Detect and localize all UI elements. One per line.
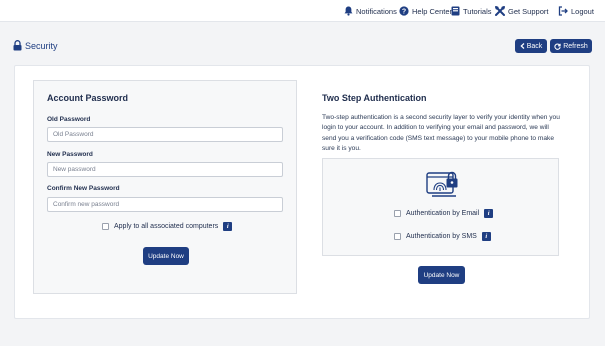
auth-email-label: Authentication by Email (406, 210, 480, 217)
page-title-label: Security (25, 40, 58, 51)
old-password-field[interactable]: Old Password (47, 127, 283, 142)
bell-icon (344, 6, 353, 16)
apply-all-checkbox[interactable] (102, 223, 109, 230)
auth-sms-checkbox[interactable] (394, 233, 401, 240)
notifications-label: Notifications (356, 6, 397, 16)
sign-out-icon (558, 6, 568, 16)
auth-email-checkbox[interactable] (394, 210, 401, 217)
back-button[interactable]: Back (515, 39, 547, 53)
auth-sms-row: Authentication by SMS i (394, 232, 491, 241)
page-title: Security (13, 40, 58, 51)
new-password-label: New Password (47, 151, 93, 158)
confirm-password-field[interactable]: Confirm new password (47, 197, 283, 212)
update-password-button[interactable]: Update Now (143, 247, 189, 265)
book-icon (451, 6, 460, 16)
account-password-title: Account Password (47, 93, 129, 103)
refresh-label: Refresh (563, 42, 588, 50)
chevron-left-icon (520, 43, 525, 49)
old-password-label: Old Password (47, 116, 91, 123)
logout-link[interactable]: Logout (558, 5, 594, 17)
tools-icon (495, 6, 505, 16)
new-password-field[interactable]: New password (47, 162, 283, 177)
get-support-link[interactable]: Get Support (495, 5, 548, 17)
auth-email-info-icon[interactable]: i (484, 209, 494, 218)
help-center-label: Help Center (412, 6, 453, 16)
apply-all-info-icon[interactable]: i (223, 222, 233, 231)
help-center-link[interactable]: ? Help Center (399, 5, 452, 17)
two-step-title: Two Step Authentication (322, 93, 427, 103)
auth-sms-info-icon[interactable]: i (481, 232, 491, 241)
back-label: Back (526, 42, 543, 50)
svg-text:?: ? (402, 9, 406, 16)
top-bar: Notifications ? Help Center Tutorials Ge… (0, 0, 605, 22)
update-auth-button[interactable]: Update Now (418, 266, 465, 284)
auth-email-row: Authentication by Email i (394, 209, 494, 218)
apply-all-row: Apply to all associated computers i (102, 222, 233, 231)
refresh-icon (554, 43, 561, 50)
fingerprint-lock-icon (426, 171, 458, 197)
auth-sms-label: Authentication by SMS (406, 233, 477, 240)
tutorials-label: Tutorials (463, 6, 492, 16)
confirm-password-label: Confirm New Password (47, 185, 120, 192)
lock-icon (13, 40, 22, 51)
refresh-button[interactable]: Refresh (550, 39, 592, 53)
logout-label: Logout (571, 6, 594, 16)
two-step-description: Two-step authentication is a second secu… (322, 114, 560, 152)
question-circle-icon: ? (399, 6, 409, 16)
tutorials-link[interactable]: Tutorials (451, 5, 491, 17)
get-support-label: Get Support (508, 6, 549, 16)
apply-all-label: Apply to all associated computers (114, 223, 219, 230)
notifications-link[interactable]: Notifications (344, 5, 397, 17)
